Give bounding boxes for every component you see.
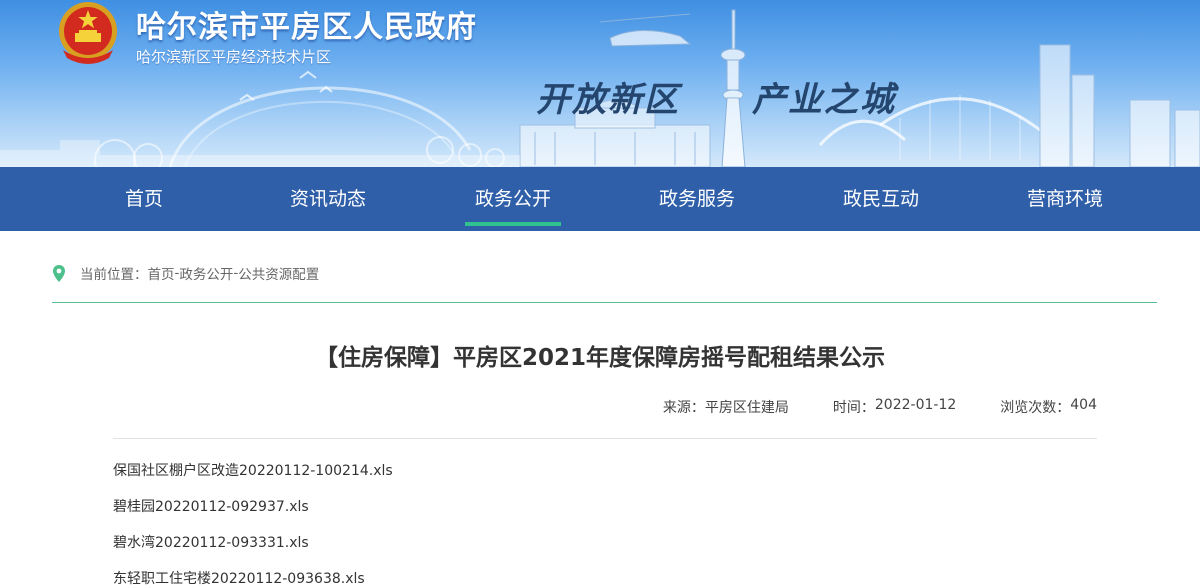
- attachment-link[interactable]: 保国社区棚户区改造20220112-100214.xls: [113, 462, 393, 498]
- slogan-left: 开放新区: [536, 80, 680, 120]
- breadcrumb: 当前位置： 首页 - 政务公开 - 公共资源配置: [52, 262, 319, 284]
- site-subtitle: 哈尔滨新区平房经济技术片区: [136, 48, 332, 66]
- slogan-right: 产业之城: [752, 80, 896, 120]
- breadcrumb-prefix: 当前位置：: [80, 267, 148, 283]
- location-pin-icon: [53, 264, 65, 282]
- meta-source: 来源： 平房区住建局: [663, 397, 789, 417]
- meta-source-label: 来源：: [662, 400, 705, 416]
- meta-time-label: 时间：: [832, 400, 875, 416]
- meta-divider: [113, 438, 1097, 439]
- nav-item-public-interaction[interactable]: 政民互动: [811, 167, 951, 231]
- nav-item-home[interactable]: 首页: [74, 167, 214, 231]
- breadcrumb-item-public-resource-allocation[interactable]: 公共资源配置: [238, 263, 319, 283]
- article-title: 【住房保障】平房区2021年度保障房摇号配租结果公示: [314, 345, 885, 371]
- article-meta: 来源： 平房区住建局 时间： 2022-01-12 浏览次数： 404: [663, 397, 1097, 417]
- meta-source-value: 平房区住建局: [704, 400, 789, 416]
- nav-item-business-environment[interactable]: 营商环境: [995, 167, 1135, 231]
- nav-item-government-services[interactable]: 政务服务: [627, 167, 767, 231]
- nav-item-news[interactable]: 资讯动态: [258, 167, 398, 231]
- breadcrumb-item-government-affairs-open[interactable]: 政务公开: [179, 263, 233, 283]
- meta-time-value: 2022-01-12: [874, 397, 957, 413]
- main-nav: 首页 资讯动态 政务公开 政务服务 政民互动 营商环境: [0, 167, 1200, 231]
- breadcrumb-item-home[interactable]: 首页: [148, 263, 175, 283]
- meta-views-label: 浏览次数：: [1000, 400, 1071, 416]
- meta-time: 时间： 2022-01-12: [833, 397, 956, 417]
- meta-views-value: 404: [1070, 397, 1097, 413]
- attachment-link[interactable]: 碧水湾20220112-093331.xls: [113, 534, 393, 570]
- attachment-list: 保国社区棚户区改造20220112-100214.xls 碧桂园20220112…: [113, 462, 393, 585]
- attachment-link[interactable]: 东轻职工住宅楼20220112-093638.xls: [113, 570, 393, 585]
- meta-views: 浏览次数： 404: [1000, 397, 1097, 417]
- site-title[interactable]: 哈尔滨市平房区人民政府: [136, 2, 477, 46]
- national-emblem-icon: [59, 2, 117, 64]
- site-banner: 哈尔滨市平房区人民政府 哈尔滨新区平房经济技术片区 开放新区 产业之城: [0, 0, 1200, 167]
- attachment-link[interactable]: 碧桂园20220112-092937.xls: [113, 498, 393, 534]
- breadcrumb-divider: [52, 302, 1157, 303]
- nav-item-government-affairs-open[interactable]: 政务公开: [443, 167, 583, 231]
